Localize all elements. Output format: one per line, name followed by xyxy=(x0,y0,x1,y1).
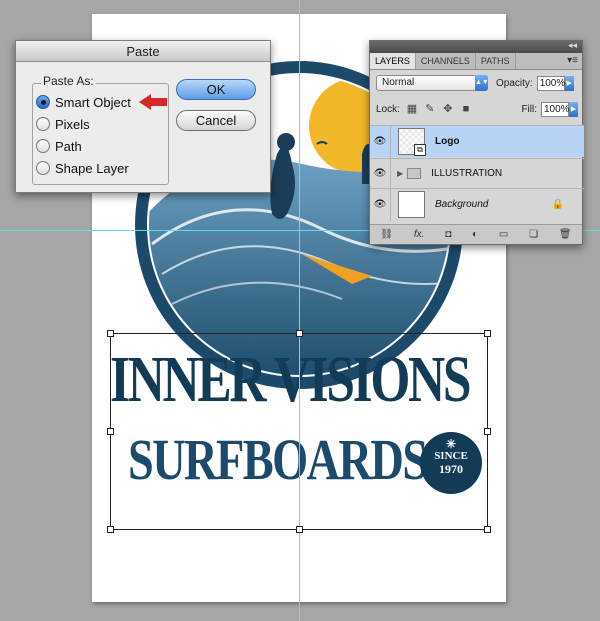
delete-layer-icon[interactable]: 🗑 xyxy=(559,229,572,240)
layer-thumbnail: ⧉ xyxy=(398,128,426,156)
option-path[interactable]: Path xyxy=(36,137,82,155)
dialog-title: Paste xyxy=(16,41,270,62)
panel-tabs: LAYERS CHANNELS PATHS ▾≡ xyxy=(370,53,582,70)
new-layer-icon[interactable]: ❏ xyxy=(529,229,538,240)
transform-handle-top-left[interactable] xyxy=(107,330,114,337)
panel-bottom-toolbar: ⛓ fx. ◘ ◐ ▭ ❏ 🗑 xyxy=(370,224,582,244)
layer-name: Background xyxy=(435,199,489,210)
fx-icon[interactable]: fx. xyxy=(414,229,425,240)
visibility-eye-icon[interactable]: 👁 xyxy=(370,199,390,210)
layer-name: Logo xyxy=(435,136,460,147)
expand-triangle-icon[interactable]: ▶ xyxy=(397,169,403,178)
paste-as-label: Paste As: xyxy=(41,74,96,88)
visibility-eye-icon[interactable]: 👁 xyxy=(370,136,390,147)
option-smart-object[interactable]: Smart Object xyxy=(36,93,131,111)
lock-image-pixels-icon[interactable]: ✎ xyxy=(424,103,436,115)
red-arrow-icon xyxy=(139,94,167,110)
transform-handle-bottom-right[interactable] xyxy=(484,526,491,533)
transform-handle-right[interactable] xyxy=(484,428,491,435)
tab-layers[interactable]: LAYERS xyxy=(370,53,416,69)
layer-row-logo[interactable]: 👁 ⧉ Logo xyxy=(370,125,584,158)
transform-handle-bottom[interactable] xyxy=(296,526,303,533)
layer-row-illustration[interactable]: 👁 ▶ ILLUSTRATION xyxy=(370,158,584,188)
folder-icon xyxy=(407,167,422,179)
new-group-icon[interactable]: ▭ xyxy=(499,229,508,240)
fill-arrow-icon[interactable]: ▶ xyxy=(569,101,578,117)
tab-paths[interactable]: PATHS xyxy=(476,53,516,69)
lock-position-icon[interactable]: ✥ xyxy=(442,103,454,115)
blend-mode-value: Normal xyxy=(382,77,415,88)
option-label: Shape Layer xyxy=(55,160,129,176)
blend-row: Normal ▲▼ Opacity: 100% ▶ xyxy=(376,74,574,92)
panel-title-bar[interactable]: ◂◂ xyxy=(370,40,582,53)
option-label: Path xyxy=(55,138,82,154)
transform-bounding-box[interactable] xyxy=(107,330,491,533)
opacity-field[interactable]: 100% xyxy=(536,75,565,91)
layers-panel: ◂◂ LAYERS CHANNELS PATHS ▾≡ Normal ▲▼ Op… xyxy=(369,40,584,245)
select-arrow-icon[interactable]: ▲▼ xyxy=(475,75,489,91)
radio-icon[interactable] xyxy=(36,139,50,153)
radio-icon[interactable] xyxy=(36,117,50,131)
visibility-eye-icon[interactable]: 👁 xyxy=(370,168,390,179)
option-pixels[interactable]: Pixels xyxy=(36,115,90,133)
transform-handle-top-right[interactable] xyxy=(484,330,491,337)
fill-label: Fill: xyxy=(521,103,537,115)
option-shape-layer[interactable]: Shape Layer xyxy=(36,159,129,177)
opacity-arrow-icon[interactable]: ▶ xyxy=(564,75,574,91)
adjustment-layer-icon[interactable]: ◐ xyxy=(472,229,478,240)
fill-field[interactable]: 100% xyxy=(541,101,570,117)
option-label: Smart Object xyxy=(55,94,131,110)
layer-name: ILLUSTRATION xyxy=(431,167,503,179)
link-layers-icon[interactable]: ⛓ xyxy=(380,229,393,240)
panel-menu-icon[interactable]: ▾≡ xyxy=(567,55,578,66)
cancel-button[interactable]: Cancel xyxy=(176,110,256,131)
lock-transparency-icon[interactable]: ▦ xyxy=(406,103,418,115)
blend-mode-select[interactable]: Normal ▲▼ xyxy=(376,75,489,91)
smart-object-icon: ⧉ xyxy=(414,144,426,156)
opacity-label: Opacity: xyxy=(496,77,533,89)
transform-handle-left[interactable] xyxy=(107,428,114,435)
radio-icon[interactable] xyxy=(36,161,50,175)
lock-row: Lock: ▦ ✎ ✥ ■ Fill: 100% ▶ xyxy=(376,100,578,118)
ok-button[interactable]: OK xyxy=(176,79,256,100)
layer-row-background[interactable]: 👁 Background 🔒 xyxy=(370,188,584,221)
transform-handle-bottom-left[interactable] xyxy=(107,526,114,533)
layer-mask-icon[interactable]: ◘ xyxy=(445,229,451,240)
layer-thumbnail xyxy=(398,191,425,218)
option-label: Pixels xyxy=(55,116,90,132)
paste-dialog: Paste Paste As: Smart Object Pixels Path… xyxy=(15,40,271,193)
radio-selected-icon[interactable] xyxy=(36,95,50,109)
layer-lock-icon: 🔒 xyxy=(551,199,564,210)
transform-handle-top[interactable] xyxy=(296,330,303,337)
tab-channels[interactable]: CHANNELS xyxy=(416,53,476,69)
collapse-panel-icon[interactable]: ◂◂ xyxy=(568,40,577,51)
lock-all-icon[interactable]: ■ xyxy=(460,103,472,115)
lock-label: Lock: xyxy=(376,103,400,115)
